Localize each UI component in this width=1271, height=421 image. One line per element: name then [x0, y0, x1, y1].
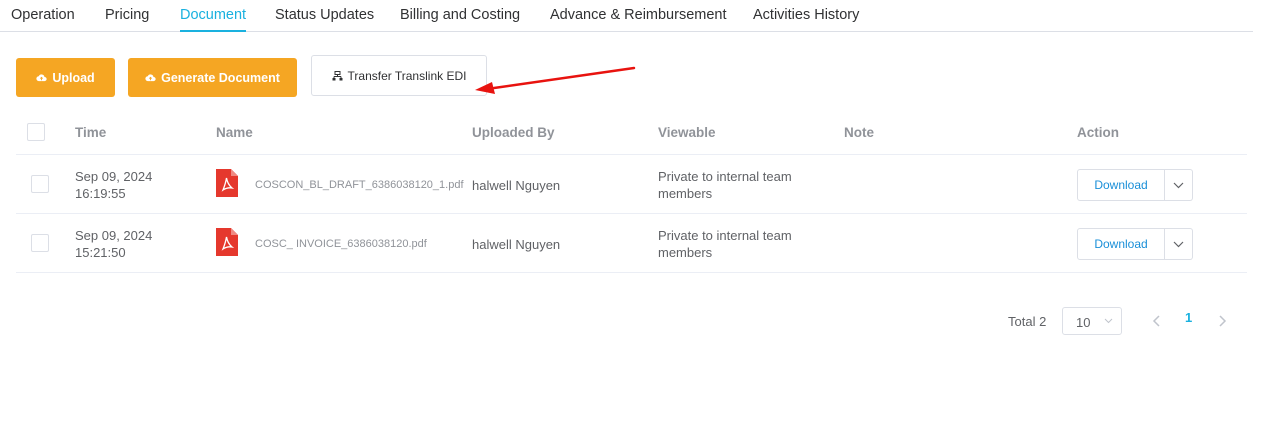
pdf-file-icon — [216, 169, 238, 197]
header-action: Action — [1077, 125, 1119, 140]
row-date: Sep 09, 2024 — [75, 228, 153, 243]
header-time: Time — [75, 125, 107, 140]
row-checkbox[interactable] — [31, 175, 49, 193]
tab-advance-reimbursement[interactable]: Advance & Reimbursement — [550, 7, 727, 23]
generate-document-label: Generate Document — [161, 70, 280, 85]
row-uploaded-by: halwell Nguyen — [472, 237, 561, 252]
download-button[interactable]: Download — [1077, 228, 1165, 260]
tab-billing-and-costing[interactable]: Billing and Costing — [400, 7, 520, 23]
row-viewable-line2: members — [658, 186, 713, 201]
header-uploaded-by: Uploaded By — [472, 125, 555, 140]
chevron-down-icon — [1173, 182, 1184, 188]
next-page-icon[interactable] — [1217, 315, 1227, 327]
row-time: 15:21:50 — [75, 245, 126, 260]
transfer-translink-edi-label: Transfer Translink EDI — [347, 68, 467, 83]
cloud-upload-icon — [145, 74, 156, 82]
download-dropdown-toggle[interactable] — [1165, 228, 1193, 260]
row-viewable-line2: members — [658, 245, 713, 260]
row-uploaded-by: halwell Nguyen — [472, 178, 561, 193]
tab-status-updates[interactable]: Status Updates — [275, 7, 374, 23]
download-split-button: Download — [1077, 228, 1193, 260]
page-size-select[interactable]: 10 — [1062, 307, 1122, 335]
tab-document[interactable]: Document — [180, 7, 247, 32]
chevron-down-icon — [1173, 241, 1184, 247]
download-dropdown-toggle[interactable] — [1165, 169, 1193, 201]
upload-button[interactable]: Upload — [16, 58, 115, 97]
row-viewable-line1: Private to internal team — [658, 228, 792, 243]
prev-page-icon[interactable] — [1152, 315, 1162, 327]
header-name: Name — [216, 125, 253, 140]
arrow-annotation — [475, 66, 636, 94]
generate-document-button[interactable]: Generate Document — [128, 58, 297, 97]
page-size-value: 10 — [1076, 315, 1091, 330]
row-date: Sep 09, 2024 — [75, 169, 153, 184]
row-file-name[interactable]: COSC_ INVOICE_6386038120.pdf — [255, 236, 427, 253]
chevron-down-icon — [1104, 318, 1113, 324]
page-number-current[interactable]: 1 — [1185, 310, 1192, 325]
tab-operation[interactable]: Operation — [11, 7, 75, 23]
tab-activities-history[interactable]: Activities History — [753, 7, 859, 23]
cloud-upload-icon — [36, 74, 47, 82]
select-all-checkbox[interactable] — [27, 123, 45, 141]
table-row: Sep 09, 2024 15:21:50 COSC_ INVOICE_6386… — [16, 214, 1247, 273]
row-checkbox[interactable] — [31, 234, 49, 252]
row-file-name[interactable]: COSCON_BL_DRAFT_6386038120_1.pdf — [255, 177, 464, 194]
tab-bar: Operation Pricing Document Status Update… — [0, 0, 1253, 32]
header-viewable: Viewable — [658, 125, 716, 140]
row-time: 16:19:55 — [75, 186, 126, 201]
download-split-button: Download — [1077, 169, 1193, 201]
documents-table: Time Name Uploaded By Viewable Note Acti… — [16, 112, 1247, 273]
download-button[interactable]: Download — [1077, 169, 1165, 201]
row-viewable-line1: Private to internal team — [658, 169, 792, 184]
transfer-icon — [332, 70, 343, 80]
table-header: Time Name Uploaded By Viewable Note Acti… — [16, 112, 1247, 155]
pagination-total: Total 2 — [1008, 314, 1047, 329]
upload-label: Upload — [52, 70, 95, 85]
tab-pricing[interactable]: Pricing — [105, 7, 149, 23]
transfer-translink-edi-button[interactable]: Transfer Translink EDI — [311, 55, 487, 96]
header-note: Note — [844, 125, 874, 140]
pdf-file-icon — [216, 228, 238, 256]
table-row: Sep 09, 2024 16:19:55 COSCON_BL_DRAFT_63… — [16, 155, 1247, 214]
